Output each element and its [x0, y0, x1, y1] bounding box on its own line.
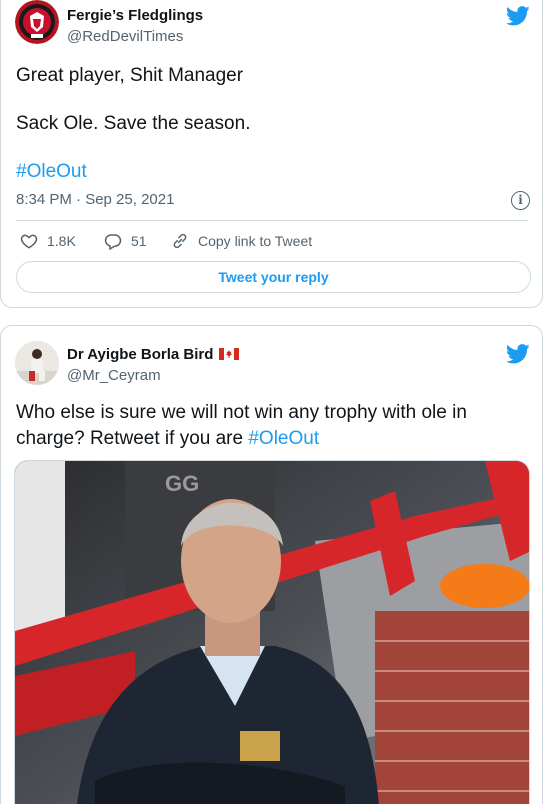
twitter-bird-icon[interactable]: [506, 6, 530, 26]
heart-icon: [20, 234, 38, 249]
person-photo-icon: [15, 341, 59, 385]
media-sign: GG: [165, 471, 199, 496]
link-icon: [173, 233, 187, 249]
team-crest-icon: [15, 0, 59, 44]
tweet-text: Who else is sure we will not win any tro…: [16, 402, 467, 449]
reply-count: 51: [131, 233, 147, 249]
hashtag-link[interactable]: #OleOut: [16, 159, 87, 185]
tweet-text-line-1: Great player, Shit Manager: [16, 65, 244, 86]
reply-action[interactable]: 51: [104, 232, 147, 250]
twitter-bird-icon[interactable]: [506, 344, 530, 364]
canada-flag-icon: [219, 348, 240, 360]
divider: [16, 220, 528, 221]
like-button[interactable]: 1.8K: [20, 232, 76, 250]
tweet-text-line-2: Sack Ole. Save the season.: [16, 113, 251, 134]
user-handle[interactable]: @Mr_Ceyram: [67, 367, 161, 384]
avatar[interactable]: [15, 341, 59, 385]
avatar[interactable]: [15, 0, 59, 44]
tweet-timestamp[interactable]: 8:34 PM · Sep 25, 2021: [16, 191, 174, 208]
tweet-media-image[interactable]: GG: [14, 460, 530, 804]
tweet-your-reply-button[interactable]: Tweet your reply: [16, 261, 531, 293]
info-icon[interactable]: i: [511, 191, 530, 210]
copy-link-button[interactable]: Copy link to Tweet: [171, 232, 312, 250]
copy-link-label: Copy link to Tweet: [198, 233, 313, 249]
user-handle[interactable]: @RedDevilTimes: [67, 28, 183, 45]
hashtag-link[interactable]: #OleOut: [248, 428, 319, 449]
tweet-card-1[interactable]: Fergie’s Fledglings @RedDevilTimes Great…: [0, 0, 543, 308]
display-name[interactable]: Dr Ayigbe Borla Bird: [67, 346, 240, 363]
like-count: 1.8K: [47, 233, 76, 249]
display-name[interactable]: Fergie’s Fledglings: [67, 7, 203, 24]
reply-bubble-icon: [104, 234, 122, 250]
photo-manager-stadium: GG: [15, 461, 529, 804]
